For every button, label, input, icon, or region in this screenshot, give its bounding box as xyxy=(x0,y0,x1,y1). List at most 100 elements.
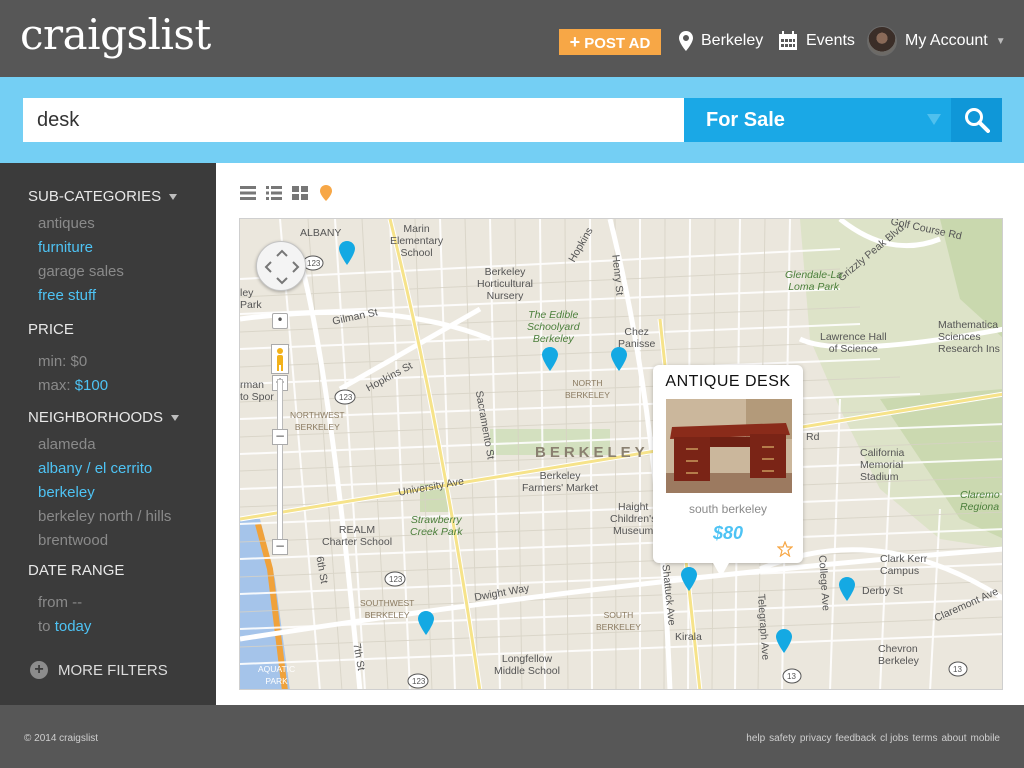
header: craigslist + POST AD Berkeley Events My A… xyxy=(0,0,1024,77)
map-label: Longfellow Middle School xyxy=(494,653,560,677)
map-label: Chevron Berkeley xyxy=(878,643,919,667)
map-label: Kirala xyxy=(675,631,702,643)
listing-location: south berkeley xyxy=(688,502,768,516)
map-label: Clark Kerr Campus xyxy=(880,553,928,577)
listing-popup[interactable]: ANTIQUE DESK south berkeley $80 xyxy=(653,365,803,577)
footer-link-help[interactable]: help xyxy=(746,733,765,744)
calendar-icon xyxy=(779,31,797,50)
footer-link-about[interactable]: about xyxy=(942,733,967,744)
route-shield: 13 xyxy=(787,672,796,681)
map-label: rman to Spor xyxy=(240,379,274,403)
search-input[interactable] xyxy=(23,98,684,142)
neighborhood-alameda[interactable]: alameda xyxy=(38,436,96,453)
route-shield: 123 xyxy=(412,677,426,686)
neighborhood-berkeley[interactable]: berkeley xyxy=(38,484,95,501)
subcategory-antiques[interactable]: antiques xyxy=(38,215,95,232)
neighborhood-albany-el-cerrito[interactable]: albany / el cerrito xyxy=(38,460,152,477)
favorite-star-icon[interactable] xyxy=(777,541,793,557)
neighborhood-brentwood[interactable]: brentwood xyxy=(38,532,108,549)
map-label: Mathematica Sciences Research Ins xyxy=(938,319,1000,355)
footer-link-privacy[interactable]: privacy xyxy=(800,733,832,744)
post-ad-button[interactable]: + POST AD xyxy=(559,29,661,55)
map-label: Derby St xyxy=(862,585,903,597)
location-label: Berkeley xyxy=(701,32,764,49)
listing-pin[interactable] xyxy=(839,577,855,601)
footer-link-terms[interactable]: terms xyxy=(913,733,938,744)
map-label: REALM Charter School xyxy=(322,524,393,548)
map-label: NORTH BERKELEY xyxy=(565,378,610,400)
search-button[interactable] xyxy=(951,98,1002,142)
subcategory-free-stuff[interactable]: free stuff xyxy=(38,287,96,304)
map-label: ALBANY xyxy=(300,227,342,239)
listing-pin[interactable] xyxy=(542,347,558,371)
map-label: AQUATIC PARK xyxy=(258,664,296,686)
zoom-handle[interactable]: − xyxy=(272,429,288,445)
location-selector[interactable]: Berkeley xyxy=(679,28,763,54)
craigslist-logo[interactable]: craigslist xyxy=(20,10,211,59)
footer-link-feedback[interactable]: feedback xyxy=(836,733,877,744)
more-filters-button[interactable]: + MORE FILTERS xyxy=(30,661,168,679)
listing-pin[interactable] xyxy=(776,629,792,653)
plus-circle-icon: + xyxy=(30,661,48,679)
listing-pin[interactable] xyxy=(418,611,434,635)
price-heading: PRICE xyxy=(28,321,74,338)
events-link[interactable]: Events xyxy=(778,28,855,54)
plus-icon: + xyxy=(569,32,581,52)
date-from-value: -- xyxy=(72,594,83,611)
date-to[interactable]: to today xyxy=(38,618,91,635)
map-label: The Edible Schoolyard Berkeley xyxy=(527,309,580,345)
price-max-label: max: xyxy=(38,377,71,394)
search-icon xyxy=(964,108,990,133)
events-label: Events xyxy=(806,32,855,49)
price-max[interactable]: max: $100 xyxy=(38,377,108,394)
more-filters-label: MORE FILTERS xyxy=(58,661,168,679)
footer-link-safety[interactable]: safety xyxy=(769,733,796,744)
date-to-value: today xyxy=(54,618,92,635)
account-label: My Account xyxy=(905,32,988,49)
detail-list-icon[interactable] xyxy=(266,185,282,201)
map-label: Lawrence Hall of Science xyxy=(820,331,887,355)
listing-pin[interactable] xyxy=(611,347,627,371)
map-label: NORTHWEST BERKELEY xyxy=(290,410,345,432)
zoom-out-button[interactable]: − xyxy=(272,539,288,555)
category-select[interactable]: For Sale xyxy=(684,98,951,142)
subcategory-garage-sales[interactable]: garage sales xyxy=(38,263,124,280)
footer: © 2014 craigslist help safety privacy fe… xyxy=(0,705,1024,768)
street-view-pegman[interactable] xyxy=(271,344,289,374)
copyright: © 2014 craigslist xyxy=(24,733,99,744)
date-from[interactable]: from -- xyxy=(38,594,82,611)
account-menu[interactable]: My Account ▼ xyxy=(867,26,1006,56)
map-label: Glendale-La Loma Park xyxy=(785,269,843,293)
neighborhoods-heading[interactable]: NEIGHBORHOODS xyxy=(28,409,180,426)
subcategory-furniture[interactable]: furniture xyxy=(38,239,93,256)
map-label: SOUTHWEST BERKELEY xyxy=(360,598,415,620)
map[interactable]: ALBANY Marin Elementary School Berkeley … xyxy=(239,218,1003,690)
avatar xyxy=(867,26,897,56)
neighborhood-berkeley-north-hills[interactable]: berkeley north / hills xyxy=(38,508,171,525)
pan-arrows-icon xyxy=(264,249,300,285)
footer-link-cl-jobs[interactable]: cl jobs xyxy=(880,733,908,744)
desk-photo xyxy=(666,399,792,493)
route-shield: 123 xyxy=(389,575,403,584)
zoom-slider[interactable] xyxy=(277,379,283,549)
date-range-heading: DATE RANGE xyxy=(28,562,125,579)
listing-pin[interactable] xyxy=(339,241,355,265)
post-ad-label: POST AD xyxy=(584,35,651,52)
minus-icon: − xyxy=(274,539,286,553)
pan-control[interactable] xyxy=(256,241,306,291)
map-view-icon[interactable] xyxy=(318,185,334,201)
subcategories-heading-label: SUB-CATEGORIES xyxy=(28,188,162,205)
price-min[interactable]: min: $0 xyxy=(38,353,87,370)
listing-pin[interactable] xyxy=(681,567,697,591)
list-view-icon[interactable] xyxy=(240,185,256,201)
grid-view-icon[interactable] xyxy=(292,185,308,201)
footer-link-mobile[interactable]: mobile xyxy=(971,733,1000,744)
subcategories-heading[interactable]: SUB-CATEGORIES xyxy=(28,188,178,205)
location-dot-button[interactable]: • xyxy=(272,313,288,329)
route-shield: 123 xyxy=(339,393,353,402)
listing-thumbnail[interactable] xyxy=(666,399,792,493)
dropdown-arrow-icon xyxy=(927,114,941,125)
footer-links: help safety privacy feedback cl jobs ter… xyxy=(746,733,1000,744)
location-pin-icon xyxy=(679,31,693,51)
map-label: Marin Elementary School xyxy=(390,223,444,259)
